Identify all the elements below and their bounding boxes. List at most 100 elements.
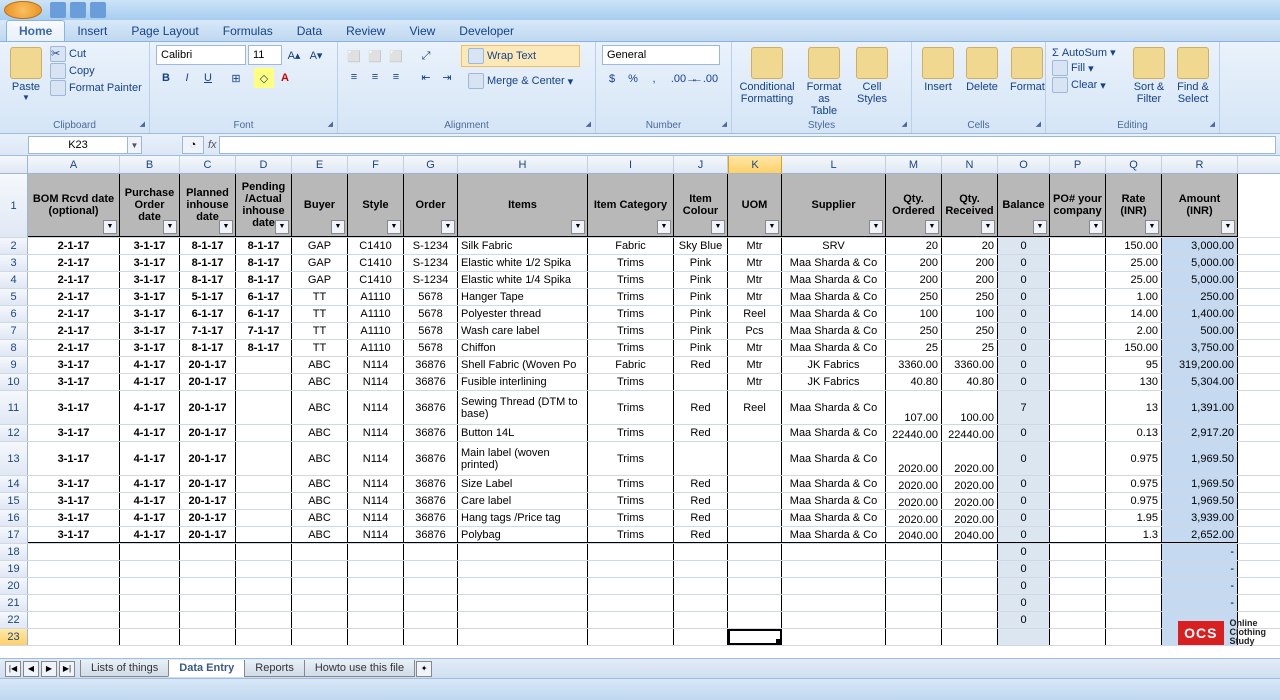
cell[interactable]: N114 xyxy=(348,357,404,373)
sheet-tab[interactable]: Reports xyxy=(244,660,305,677)
filter-arrow-icon[interactable]: ▼ xyxy=(1145,220,1159,234)
cell[interactable]: ABC xyxy=(292,374,348,390)
cell[interactable] xyxy=(180,561,236,577)
cell[interactable]: Red xyxy=(674,476,728,492)
cell[interactable] xyxy=(458,629,588,645)
cell[interactable] xyxy=(236,595,292,611)
cell[interactable] xyxy=(674,374,728,390)
cell[interactable]: 0 xyxy=(998,323,1050,339)
cell[interactable]: 5678 xyxy=(404,340,458,356)
cell[interactable]: 100 xyxy=(886,306,942,322)
cell[interactable] xyxy=(674,442,728,475)
cell[interactable] xyxy=(404,578,458,594)
cell[interactable] xyxy=(292,578,348,594)
indent-decrease-button[interactable]: ⇤ xyxy=(416,67,436,87)
cell[interactable] xyxy=(942,561,998,577)
row-header[interactable]: 23 xyxy=(0,629,28,645)
cell[interactable]: 3-1-17 xyxy=(28,527,120,543)
cell[interactable]: 2020.00 xyxy=(886,442,942,475)
cell[interactable] xyxy=(236,629,292,645)
cell[interactable]: ▼ xyxy=(728,629,782,645)
cell[interactable]: 3-1-17 xyxy=(120,306,180,322)
cell[interactable]: 3-1-17 xyxy=(28,476,120,492)
ribbon-tab-formulas[interactable]: Formulas xyxy=(211,21,285,41)
italic-button[interactable]: I xyxy=(177,68,197,88)
cell[interactable]: 4-1-17 xyxy=(120,527,180,543)
cell[interactable] xyxy=(1050,391,1106,424)
cell[interactable]: 40.80 xyxy=(886,374,942,390)
column-header-N[interactable]: N xyxy=(942,156,998,173)
cell[interactable] xyxy=(404,595,458,611)
cell[interactable]: - xyxy=(1162,578,1238,594)
cell[interactable]: 5,304.00 xyxy=(1162,374,1238,390)
cell[interactable] xyxy=(588,612,674,628)
cell[interactable]: Maa Sharda & Co xyxy=(782,289,886,305)
cell[interactable] xyxy=(1050,629,1106,645)
cell[interactable]: 0.975 xyxy=(1106,442,1162,475)
column-header-R[interactable]: R xyxy=(1162,156,1238,173)
cell[interactable]: SRV xyxy=(782,238,886,254)
cell[interactable] xyxy=(782,612,886,628)
cell[interactable]: 250 xyxy=(886,323,942,339)
merge-center-button[interactable]: Merge & Center ▾ xyxy=(461,70,580,92)
cell[interactable]: 5678 xyxy=(404,289,458,305)
cell[interactable]: 14.00 xyxy=(1106,306,1162,322)
table-header[interactable]: Order▼ xyxy=(404,174,458,237)
cell[interactable]: Mtr xyxy=(728,238,782,254)
cell[interactable]: 4-1-17 xyxy=(120,425,180,441)
cell[interactable]: N114 xyxy=(348,442,404,475)
cell[interactable]: TT xyxy=(292,323,348,339)
format-as-table-button[interactable]: Format as Table xyxy=(800,45,848,119)
table-header[interactable]: BOM Rcvd date (optional)▼ xyxy=(28,174,120,237)
cell[interactable] xyxy=(998,629,1050,645)
cell[interactable] xyxy=(28,612,120,628)
cell[interactable]: 8-1-17 xyxy=(236,340,292,356)
cell[interactable]: 36876 xyxy=(404,527,458,543)
filter-arrow-icon[interactable]: ▼ xyxy=(765,220,779,234)
cell[interactable]: N114 xyxy=(348,374,404,390)
table-header[interactable]: Planned inhouse date▼ xyxy=(180,174,236,237)
cell[interactable] xyxy=(1106,629,1162,645)
font-color-button[interactable]: A xyxy=(275,68,295,88)
cell[interactable] xyxy=(588,544,674,560)
cell[interactable]: Mtr xyxy=(728,272,782,288)
filter-arrow-icon[interactable]: ▼ xyxy=(331,220,345,234)
cell[interactable]: 3-1-17 xyxy=(120,238,180,254)
column-header-G[interactable]: G xyxy=(404,156,458,173)
filter-arrow-icon[interactable]: ▼ xyxy=(103,220,117,234)
column-header-H[interactable]: H xyxy=(458,156,588,173)
cell[interactable]: 500.00 xyxy=(1162,323,1238,339)
cell[interactable] xyxy=(782,595,886,611)
column-header-A[interactable]: A xyxy=(28,156,120,173)
insert-cells-button[interactable]: Insert xyxy=(918,45,958,95)
cell[interactable] xyxy=(348,544,404,560)
row-header[interactable]: 13 xyxy=(0,442,28,475)
ribbon-tab-developer[interactable]: Developer xyxy=(447,21,526,41)
filter-arrow-icon[interactable]: ▼ xyxy=(657,220,671,234)
cell[interactable]: 0 xyxy=(998,544,1050,560)
cell[interactable] xyxy=(728,442,782,475)
cell[interactable] xyxy=(674,595,728,611)
table-header[interactable]: Qty. Ordered▼ xyxy=(886,174,942,237)
cell[interactable]: 1,400.00 xyxy=(1162,306,1238,322)
row-header[interactable]: 1 xyxy=(0,174,28,237)
table-header[interactable]: UOM▼ xyxy=(728,174,782,237)
cell[interactable] xyxy=(120,544,180,560)
cell[interactable] xyxy=(886,595,942,611)
cell[interactable]: 36876 xyxy=(404,476,458,492)
cell[interactable] xyxy=(28,595,120,611)
cell[interactable]: Trims xyxy=(588,510,674,526)
cell[interactable]: 7-1-17 xyxy=(180,323,236,339)
cell[interactable]: 3-1-17 xyxy=(28,391,120,424)
table-header[interactable]: Supplier▼ xyxy=(782,174,886,237)
cell[interactable] xyxy=(1050,561,1106,577)
cell[interactable]: 3-1-17 xyxy=(28,493,120,509)
cell[interactable]: 2,917.20 xyxy=(1162,425,1238,441)
cell[interactable]: A1110 xyxy=(348,306,404,322)
cell[interactable] xyxy=(1050,255,1106,271)
cell[interactable]: Pink xyxy=(674,323,728,339)
cell[interactable]: 150.00 xyxy=(1106,340,1162,356)
cell[interactable]: Maa Sharda & Co xyxy=(782,442,886,475)
cell[interactable]: Chiffon xyxy=(458,340,588,356)
cell[interactable]: Silk Fabric xyxy=(458,238,588,254)
